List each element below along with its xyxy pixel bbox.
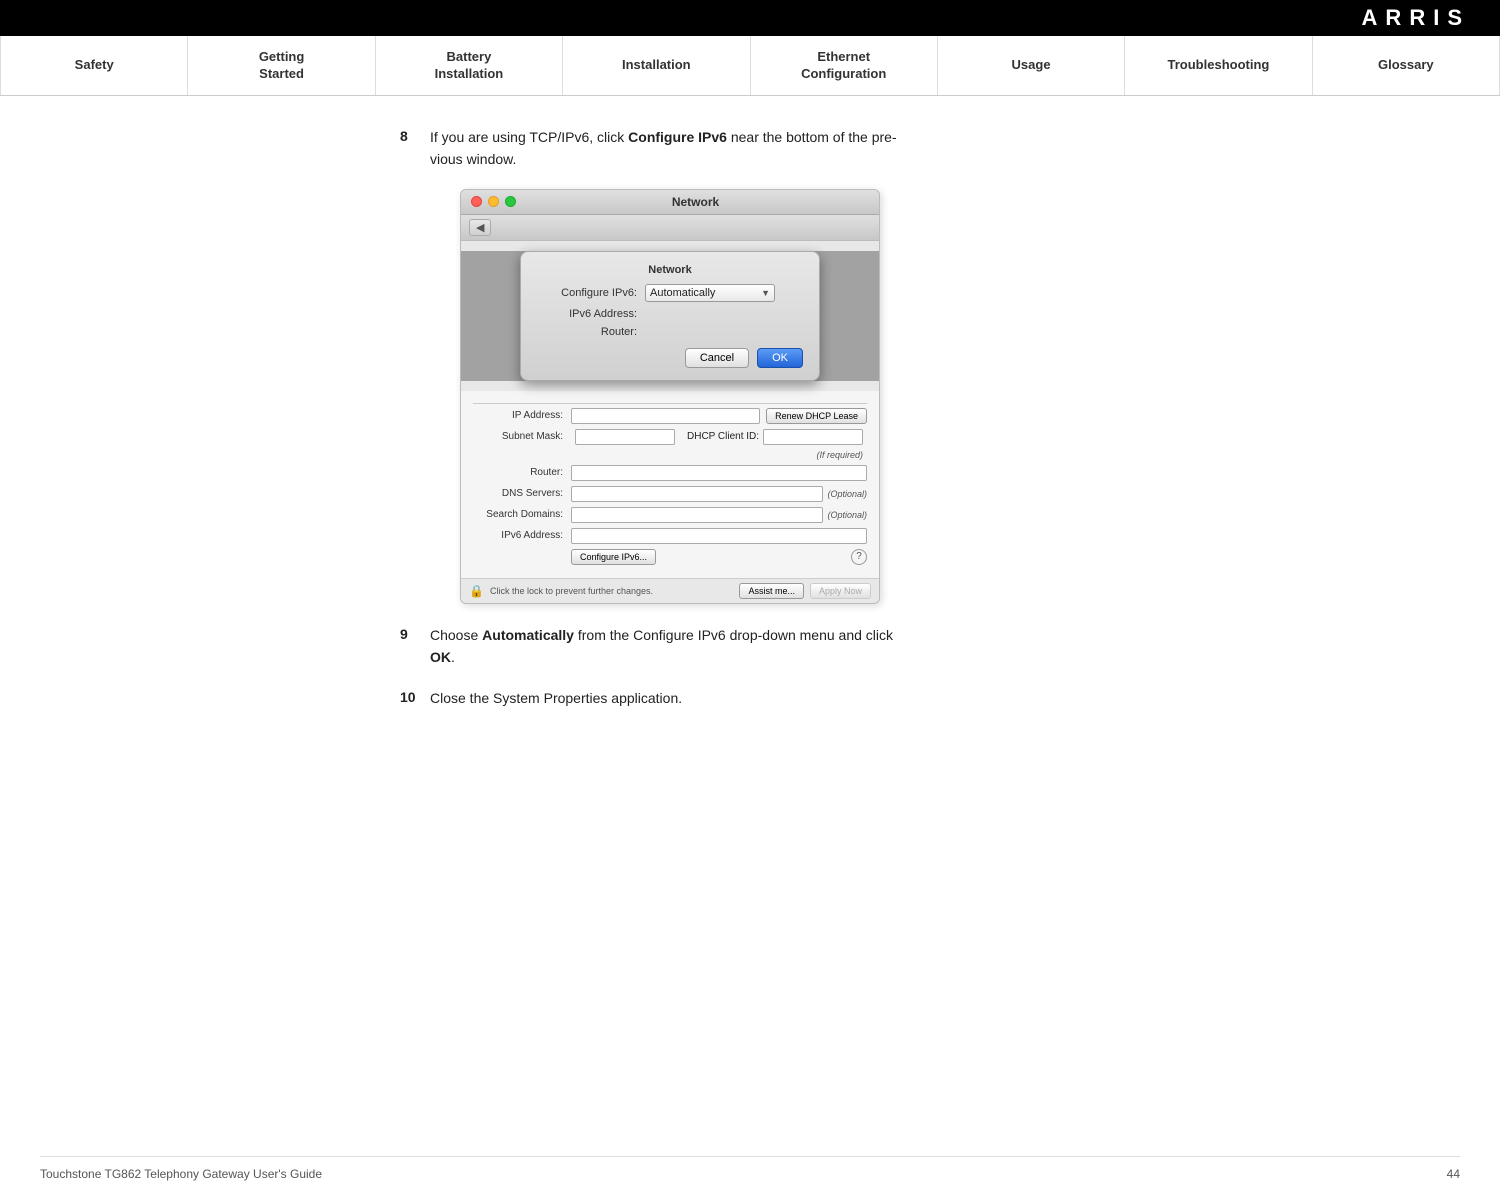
modal-ipv6-address-label: IPv6 Address: <box>537 308 637 320</box>
nav-battery-installation-label: BatteryInstallation <box>435 49 504 83</box>
dns-servers-row: DNS Servers: (Optional) <box>473 486 867 502</box>
step-9: 9 Choose Automatically from the Configur… <box>400 624 1440 669</box>
ip-address-row: IP Address: Renew DHCP Lease <box>473 408 867 424</box>
nav-safety[interactable]: Safety <box>0 36 188 95</box>
nav-usage[interactable]: Usage <box>938 36 1125 95</box>
step-9-number: 9 <box>400 624 430 669</box>
modal-configure-label: Configure IPv6: <box>537 287 637 299</box>
network-settings-panel: IP Address: Renew DHCP Lease Subnet Mask… <box>461 391 879 578</box>
configure-ipv6-button[interactable]: Configure IPv6... <box>571 549 656 565</box>
footer-page-number: 44 <box>1447 1167 1460 1181</box>
nav-ethernet-configuration-label: EthernetConfiguration <box>801 49 886 83</box>
modal-router-row: Router: <box>537 326 803 338</box>
ipv6-address-field <box>571 528 867 544</box>
search-optional-text: (Optional) <box>827 510 867 520</box>
screenshot-container: Network ◀ Network Configure IPv6: Automa… <box>460 189 880 604</box>
dns-servers-field <box>571 486 823 502</box>
mac-minimize-button[interactable] <box>488 196 499 207</box>
step-10-text: Close the System Properties application. <box>430 687 682 709</box>
lock-bar: 🔒 Click the lock to prevent further chan… <box>461 578 879 603</box>
lock-icon[interactable]: 🔒 <box>469 584 484 598</box>
ip-address-label: IP Address: <box>473 410 563 421</box>
ipv6-modal-sheet: Network Configure IPv6: Automatically ▼ … <box>520 251 820 381</box>
mac-nav-bar: ◀ <box>461 215 879 241</box>
step-8-bold: Configure IPv6 <box>628 129 727 145</box>
nav-ethernet-configuration[interactable]: EthernetConfiguration <box>751 36 938 95</box>
dns-servers-label: DNS Servers: <box>473 488 563 499</box>
subnet-mask-row: Subnet Mask: DHCP Client ID: <box>473 429 867 445</box>
modal-ok-button[interactable]: OK <box>757 348 803 368</box>
search-domains-row: Search Domains: (Optional) <box>473 507 867 523</box>
step-8-text-before: If you are using TCP/IPv6, click <box>430 129 628 145</box>
step-9-text-middle: from the Configure IPv6 drop-down menu a… <box>574 627 893 643</box>
help-circle-icon[interactable]: ? <box>851 549 867 565</box>
step-10: 10 Close the System Properties applicati… <box>400 687 1440 709</box>
modal-configure-row: Configure IPv6: Automatically ▼ <box>537 284 803 302</box>
subnet-mask-label: Subnet Mask: <box>473 431 563 442</box>
dhcp-client-id-field <box>763 429 863 445</box>
router-field <box>571 465 867 481</box>
footer: Touchstone TG862 Telephony Gateway User'… <box>0 1156 1500 1181</box>
nav-installation[interactable]: Installation <box>563 36 750 95</box>
dns-optional-text: (Optional) <box>827 489 867 499</box>
nav-troubleshooting[interactable]: Troubleshooting <box>1125 36 1312 95</box>
nav-glossary[interactable]: Glossary <box>1313 36 1500 95</box>
nav-getting-started[interactable]: GettingStarted <box>188 36 375 95</box>
search-domains-field <box>571 507 823 523</box>
window-title: Network <box>522 195 869 209</box>
router-label: Router: <box>473 467 563 478</box>
bottom-buttons: Assist me... Apply Now <box>739 583 871 599</box>
search-domains-label: Search Domains: <box>473 509 563 520</box>
modal-ipv6-address-row: IPv6 Address: <box>537 308 803 320</box>
footer-content: Touchstone TG862 Telephony Gateway User'… <box>40 1167 1460 1181</box>
header: ARRIS <box>0 0 1500 36</box>
if-required-text: (If required) <box>816 450 863 460</box>
subnet-mask-field <box>575 429 675 445</box>
main-content: 8 If you are using TCP/IPv6, click Confi… <box>0 96 1500 767</box>
mac-maximize-button[interactable] <box>505 196 516 207</box>
modal-title: Network <box>537 264 803 276</box>
step-8-text: If you are using TCP/IPv6, click Configu… <box>430 126 897 171</box>
modal-configure-value: Automatically <box>650 287 715 299</box>
renew-dhcp-button[interactable]: Renew DHCP Lease <box>766 408 867 424</box>
arris-logo: ARRIS <box>1362 5 1470 31</box>
dropdown-arrow-icon: ▼ <box>761 288 770 298</box>
dhcp-client-id-label: DHCP Client ID: <box>687 431 759 442</box>
step-10-number: 10 <box>400 687 430 709</box>
ip-address-field <box>571 408 760 424</box>
nav-getting-started-label: GettingStarted <box>259 49 305 83</box>
modal-buttons: Cancel OK <box>537 348 803 368</box>
step-9-bold: Automatically <box>482 627 574 643</box>
mac-back-button[interactable]: ◀ <box>469 219 491 236</box>
configure-ipv6-row: Configure IPv6... ? <box>473 549 867 565</box>
lock-bar-text: Click the lock to prevent further change… <box>490 586 653 596</box>
ipv6-address-label: IPv6 Address: <box>473 530 563 541</box>
nav-battery-installation[interactable]: BatteryInstallation <box>376 36 563 95</box>
step-9-text: Choose Automatically from the Configure … <box>430 624 893 669</box>
navigation: Safety GettingStarted BatteryInstallatio… <box>0 36 1500 96</box>
if-required-row: (If required) <box>473 450 867 460</box>
step-9-text-after: . <box>451 649 455 665</box>
section-divider <box>473 403 867 404</box>
step-9-text-before: Choose <box>430 627 482 643</box>
router-row: Router: <box>473 465 867 481</box>
step-9-bold-ok: OK <box>430 649 451 665</box>
modal-router-label: Router: <box>537 326 637 338</box>
mac-close-button[interactable] <box>471 196 482 207</box>
ipv6-modal-overlay: Network Configure IPv6: Automatically ▼ … <box>461 251 879 381</box>
footer-divider <box>40 1156 1460 1157</box>
step-8-number: 8 <box>400 126 430 171</box>
ipv6-address-row: IPv6 Address: <box>473 528 867 544</box>
modal-configure-dropdown[interactable]: Automatically ▼ <box>645 284 775 302</box>
step-8: 8 If you are using TCP/IPv6, click Confi… <box>400 126 1440 171</box>
modal-cancel-button[interactable]: Cancel <box>685 348 749 368</box>
mac-titlebar: Network <box>461 190 879 215</box>
apply-now-button[interactable]: Apply Now <box>810 583 871 599</box>
assist-me-button[interactable]: Assist me... <box>739 583 804 599</box>
footer-guide-title: Touchstone TG862 Telephony Gateway User'… <box>40 1167 322 1181</box>
